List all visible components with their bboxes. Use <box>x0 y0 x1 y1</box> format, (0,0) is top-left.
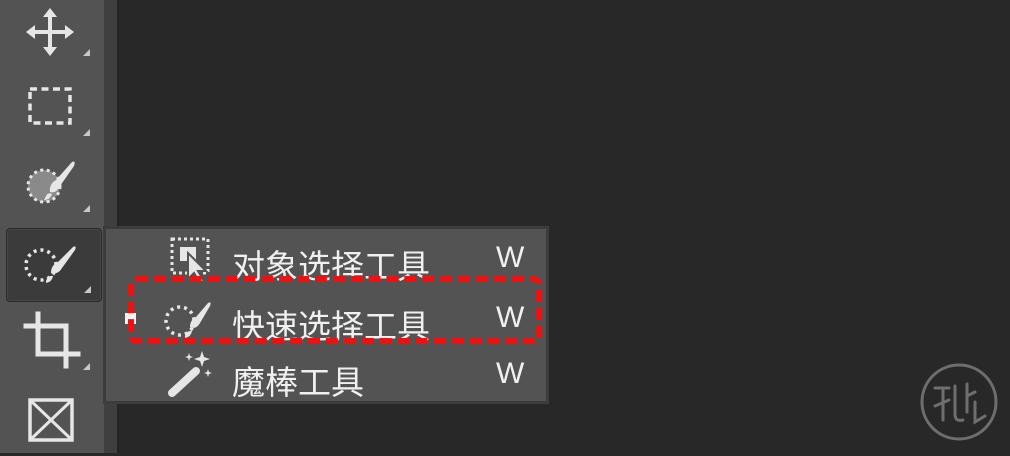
tool-group-indicator <box>83 363 90 370</box>
watermark-logo <box>920 363 998 441</box>
highlight-annotation <box>128 276 542 344</box>
crop-tool-button[interactable] <box>6 306 100 378</box>
tools-panel <box>0 0 104 453</box>
move-tool-button[interactable] <box>6 0 100 70</box>
frame-icon <box>28 398 74 442</box>
tool-group-indicator <box>83 49 90 56</box>
magic-wand-icon <box>168 351 212 397</box>
tool-group-indicator <box>83 205 90 212</box>
tool-group-indicator <box>83 129 90 136</box>
menu-item-magic-wand[interactable]: 魔棒工具 W <box>106 347 546 405</box>
rectangular-marquee-tool-button[interactable] <box>6 72 100 144</box>
object-selection-group-button[interactable] <box>6 148 100 220</box>
frame-tool-button[interactable] <box>6 384 100 456</box>
quick-selection-tool-button[interactable] <box>6 228 102 302</box>
move-icon <box>26 8 74 56</box>
tool-group-indicator <box>84 286 91 293</box>
menu-item-shortcut: W <box>496 357 525 390</box>
menu-item-shortcut: W <box>496 241 525 274</box>
menu-item-label: 魔棒工具 <box>232 363 364 402</box>
